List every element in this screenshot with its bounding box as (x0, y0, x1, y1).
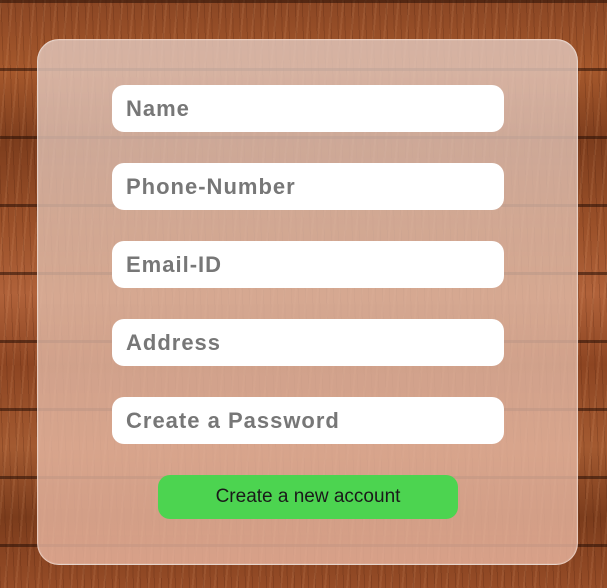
create-account-button[interactable]: Create a new account (158, 475, 458, 519)
signup-card: Create a new account (37, 39, 578, 565)
password-input[interactable] (112, 397, 504, 444)
name-input[interactable] (112, 85, 504, 132)
email-input[interactable] (112, 241, 504, 288)
phone-number-input[interactable] (112, 163, 504, 210)
address-input[interactable] (112, 319, 504, 366)
